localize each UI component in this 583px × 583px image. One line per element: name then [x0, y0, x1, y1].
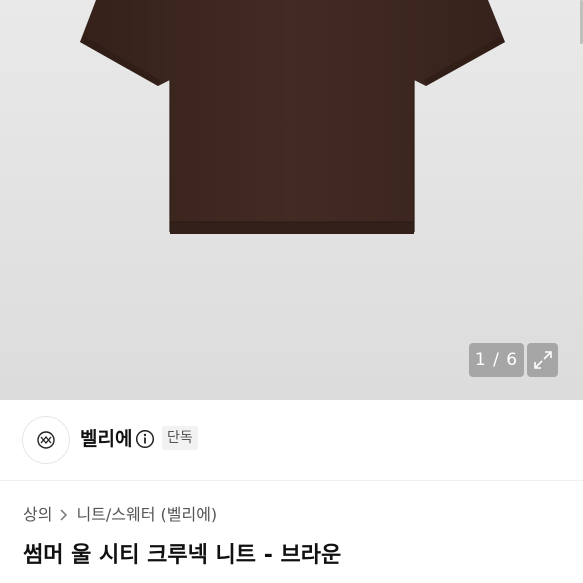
brand-logo[interactable] [22, 416, 70, 464]
expand-icon [533, 351, 552, 369]
info-icon[interactable] [135, 429, 155, 449]
product-image [80, 0, 505, 234]
expand-image-button[interactable] [527, 343, 558, 377]
product-title: 썸머 울 시티 크루넥 니트 - 브라운 [23, 543, 342, 568]
chevron-right-icon [59, 508, 69, 522]
image-page-counter: 1 / 6 [469, 343, 524, 377]
brand-row[interactable]: 벨리에 단독 [0, 400, 583, 481]
brand-name[interactable]: 벨리에 [80, 426, 132, 452]
breadcrumb: 상의 니트/스웨터 (벨리에) [23, 503, 217, 527]
breadcrumb-item-category[interactable]: 상의 [23, 503, 52, 527]
exclusive-badge: 단독 [162, 426, 198, 450]
brand-logo-icon [37, 431, 55, 449]
breadcrumb-item-subcategory[interactable]: 니트/스웨터 (벨리에) [76, 503, 217, 527]
product-image-gallery[interactable]: 1 / 6 [0, 0, 583, 400]
